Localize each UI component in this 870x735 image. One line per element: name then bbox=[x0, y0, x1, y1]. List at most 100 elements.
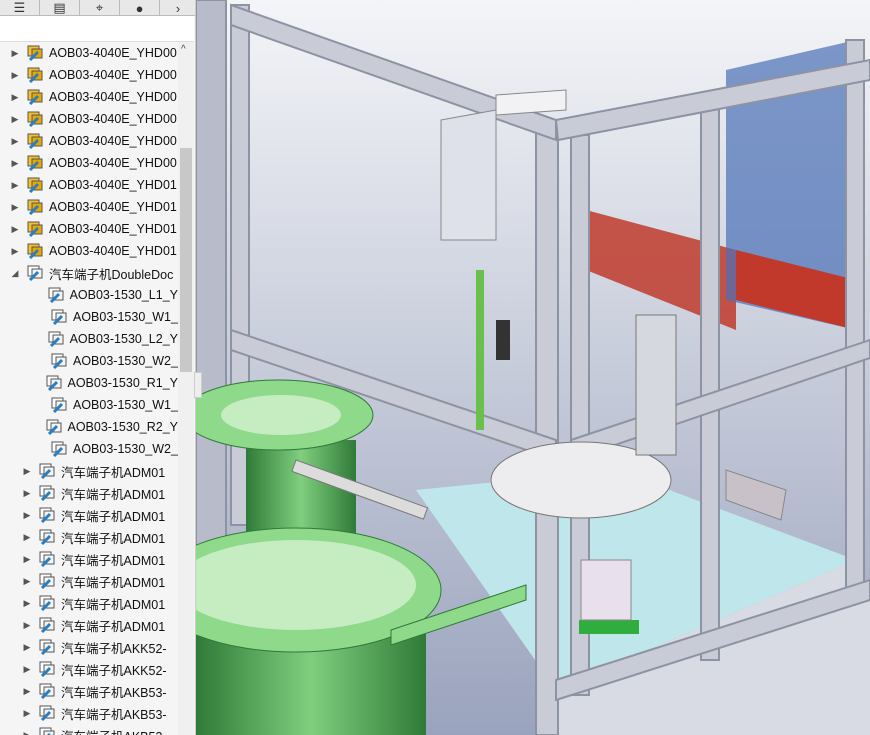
tree-item[interactable]: AOB03-1530_R2_Y bbox=[0, 416, 178, 438]
expand-arrow-icon[interactable]: ▶ bbox=[10, 224, 20, 235]
tree-item-label: AOB03-1530_W1_ bbox=[73, 310, 178, 324]
tree-item-label: AOB03-1530_W1_ bbox=[73, 398, 178, 412]
assembly-white-icon bbox=[38, 727, 56, 735]
expand-arrow-icon[interactable]: ▶ bbox=[22, 620, 32, 631]
tree-item-label: AOB03-4040E_YHD00 bbox=[49, 46, 177, 60]
tree-scrollbar[interactable]: ^ bbox=[178, 42, 194, 735]
tree-item[interactable]: ▶ 汽车端子机AKB53- bbox=[0, 702, 178, 724]
assembly-white-icon bbox=[47, 287, 65, 304]
expand-arrow-icon[interactable]: ▶ bbox=[22, 686, 32, 697]
tree-item-label: AOB03-4040E_YHD01 bbox=[49, 200, 177, 214]
assembly-yellow-icon bbox=[26, 89, 44, 106]
tree-item-label: AOB03-1530_R1_Y bbox=[67, 376, 179, 390]
assembly-yellow-icon bbox=[26, 177, 44, 194]
tree-item[interactable]: ▶ 汽车端子机ADM01 bbox=[0, 460, 178, 482]
tree-item[interactable]: ▶ AOB03-4040E_YHD01 bbox=[0, 196, 178, 218]
tree-item[interactable]: AOB03-1530_W1_ bbox=[0, 306, 178, 328]
tree-item-label: 汽车端子机ADM01 bbox=[61, 553, 166, 568]
tree-item[interactable]: AOB03-1530_W1_ bbox=[0, 394, 178, 416]
assembly-yellow-icon bbox=[26, 199, 44, 216]
tree-item[interactable]: ▶ AOB03-4040E_YHD00 bbox=[0, 64, 178, 86]
expand-arrow-icon[interactable]: ▶ bbox=[22, 510, 32, 521]
tree-item-label: 汽车端子机AKB53- bbox=[61, 707, 167, 722]
tree-item[interactable]: AOB03-1530_L1_Y bbox=[0, 284, 178, 306]
assembly-white-icon bbox=[50, 353, 68, 370]
assembly-yellow-icon bbox=[26, 221, 44, 238]
expand-arrow-icon[interactable]: ◢ bbox=[10, 268, 20, 279]
tree-item[interactable]: ▶ AOB03-4040E_YHD00 bbox=[0, 130, 178, 152]
expand-arrow-icon[interactable]: ▶ bbox=[22, 554, 32, 565]
expand-arrow-icon[interactable]: ▶ bbox=[22, 642, 32, 653]
tree-item[interactable]: ▶ 汽车端子机ADM01 bbox=[0, 526, 178, 548]
tab-property-manager[interactable]: ▤ bbox=[40, 0, 80, 16]
expand-arrow-icon[interactable]: ▶ bbox=[10, 92, 20, 103]
tab-configuration-manager[interactable]: ⌖ bbox=[80, 0, 120, 16]
expand-arrow-icon[interactable]: ▶ bbox=[10, 48, 20, 59]
expand-arrow-icon[interactable]: ▶ bbox=[22, 598, 32, 609]
expand-arrow-icon[interactable]: ▶ bbox=[10, 136, 20, 147]
tree-item[interactable]: ▶ AOB03-4040E_YHD01 bbox=[0, 218, 178, 240]
expand-arrow-icon[interactable]: ▶ bbox=[10, 158, 20, 169]
tree-item[interactable]: ▶ AOB03-4040E_YHD01 bbox=[0, 174, 178, 196]
tree-item-label: 汽车端子机ADM01 bbox=[61, 619, 166, 634]
tree-item-label: 汽车端子机AKK52- bbox=[61, 663, 167, 678]
expand-arrow-icon[interactable]: ▶ bbox=[10, 70, 20, 81]
tree-item[interactable]: ▶ AOB03-4040E_YHD00 bbox=[0, 108, 178, 130]
expand-arrow-icon[interactable]: ▶ bbox=[10, 246, 20, 257]
feature-manager-panel: ☰ ▤ ⌖ ● › ▶ AOB03-4040E_YHD00 ▶ AOB03-4040E_YHD… bbox=[0, 0, 196, 735]
3d-graphics-viewport[interactable] bbox=[196, 0, 870, 735]
expand-arrow-icon[interactable]: ▶ bbox=[10, 202, 20, 213]
tree-item[interactable]: AOB03-1530_L2_Y bbox=[0, 328, 178, 350]
assembly-yellow-icon bbox=[26, 111, 44, 128]
tree-item-label: 汽车端子机DoubleDoc bbox=[49, 267, 174, 282]
panel-collapse-handle[interactable] bbox=[194, 372, 202, 398]
scrollbar-thumb[interactable] bbox=[180, 148, 192, 372]
assembly-white-icon bbox=[38, 617, 56, 634]
tree-item-label: 汽车端子机AKB53- bbox=[61, 685, 167, 700]
expand-arrow-icon[interactable]: ▶ bbox=[22, 488, 32, 499]
expand-arrow-icon[interactable]: ▶ bbox=[22, 708, 32, 719]
assembly-white-icon bbox=[50, 397, 68, 414]
expand-arrow-icon[interactable]: ▶ bbox=[10, 114, 20, 125]
assembly-yellow-icon bbox=[26, 67, 44, 84]
tree-item[interactable]: ▶ 汽车端子机AKB53 bbox=[0, 724, 178, 735]
expand-arrow-icon[interactable]: ▶ bbox=[22, 730, 32, 735]
tree-item[interactable]: ▶ 汽车端子机AKB53- bbox=[0, 680, 178, 702]
tree-item[interactable]: ▶ 汽车端子机ADM01 bbox=[0, 504, 178, 526]
tree-filter-area[interactable] bbox=[0, 16, 194, 42]
assembly-white-icon bbox=[38, 529, 56, 546]
tree-item-label: 汽车端子机ADM01 bbox=[61, 531, 166, 546]
tree-item-label: AOB03-1530_L1_Y bbox=[69, 288, 178, 302]
tree-item[interactable]: ▶ 汽车端子机AKK52- bbox=[0, 636, 178, 658]
tree-item[interactable]: ▶ AOB03-4040E_YHD00 bbox=[0, 42, 178, 64]
tree-item[interactable]: AOB03-1530_W2_ bbox=[0, 350, 178, 372]
assembly-white-icon bbox=[45, 375, 63, 392]
tree-item-label: AOB03-4040E_YHD00 bbox=[49, 90, 177, 104]
expand-arrow-icon[interactable]: ▶ bbox=[22, 466, 32, 477]
tabs-more-chevron-icon[interactable]: › bbox=[160, 0, 195, 16]
assembly-white-icon bbox=[38, 507, 56, 524]
tree-item[interactable]: ▶ 汽车端子机ADM01 bbox=[0, 592, 178, 614]
tab-feature-manager[interactable]: ☰ bbox=[0, 0, 40, 16]
tree-item[interactable]: ▶ AOB03-4040E_YHD01 bbox=[0, 240, 178, 262]
tree-item[interactable]: ▶ 汽车端子机ADM01 bbox=[0, 570, 178, 592]
tree-item[interactable]: ▶ AOB03-4040E_YHD00 bbox=[0, 86, 178, 108]
tree-item-label: AOB03-1530_W2_ bbox=[73, 354, 178, 368]
expand-arrow-icon[interactable]: ▶ bbox=[10, 180, 20, 191]
tree-item[interactable]: AOB03-1530_W2_ bbox=[0, 438, 178, 460]
tab-display-manager[interactable]: ● bbox=[120, 0, 160, 16]
expand-arrow-icon[interactable]: ▶ bbox=[22, 532, 32, 543]
expand-arrow-icon[interactable]: ▶ bbox=[22, 576, 32, 587]
tree-item[interactable]: ▶ AOB03-4040E_YHD00 bbox=[0, 152, 178, 174]
tree-item-label: AOB03-4040E_YHD00 bbox=[49, 68, 177, 82]
tree-item[interactable]: ▶ 汽车端子机AKK52- bbox=[0, 658, 178, 680]
scroll-up-icon[interactable]: ^ bbox=[181, 44, 186, 55]
expand-arrow-icon[interactable]: ▶ bbox=[22, 664, 32, 675]
tree-item[interactable]: ◢ 汽车端子机DoubleDoc bbox=[0, 262, 178, 284]
assembly-yellow-icon bbox=[26, 243, 44, 260]
tree-item[interactable]: ▶ 汽车端子机ADM01 bbox=[0, 614, 178, 636]
tree-item-label: AOB03-4040E_YHD00 bbox=[49, 112, 177, 126]
tree-item[interactable]: ▶ 汽车端子机ADM01 bbox=[0, 482, 178, 504]
tree-item[interactable]: AOB03-1530_R1_Y bbox=[0, 372, 178, 394]
tree-item[interactable]: ▶ 汽车端子机ADM01 bbox=[0, 548, 178, 570]
